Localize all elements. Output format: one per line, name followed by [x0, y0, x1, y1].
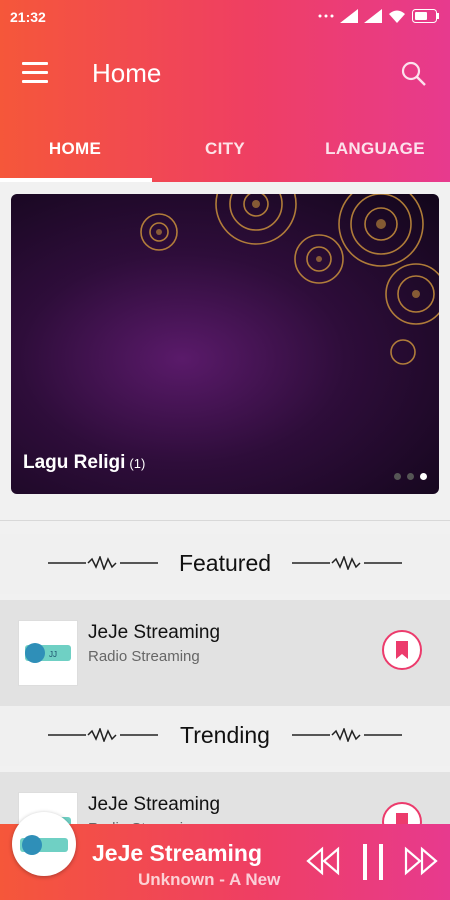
- tab-bar: HOME CITY LANGUAGE: [0, 116, 450, 182]
- bookmark-icon: [396, 641, 408, 659]
- status-time: 21:32: [10, 9, 46, 25]
- station-name: JeJe Streaming: [88, 794, 221, 815]
- app-bar: Home: [0, 34, 450, 116]
- carousel-dot-active[interactable]: [420, 473, 427, 480]
- pause-icon[interactable]: [360, 842, 386, 882]
- trending-header: Trending: [0, 706, 450, 766]
- wifi-icon: [389, 10, 405, 23]
- battery-icon: [412, 9, 439, 23]
- status-bar: 21:32: [0, 0, 450, 34]
- svg-text:JJ: JJ: [49, 650, 57, 659]
- station-subtitle: Radio Streaming: [88, 648, 200, 665]
- banner-count: (1): [129, 456, 146, 471]
- status-icons: [318, 9, 440, 23]
- mandala-decoration: [140, 194, 439, 365]
- fast-forward-icon[interactable]: [404, 846, 438, 876]
- dots-icon: [318, 14, 334, 18]
- carousel-dots: [394, 473, 427, 480]
- carousel-dot[interactable]: [394, 473, 401, 480]
- main-content[interactable]: Lagu Religi (1) Featured JJ JeJe Streamin…: [0, 182, 450, 878]
- featured-header: Featured: [0, 534, 450, 594]
- signal-icon: [340, 9, 358, 23]
- bookmark-button[interactable]: [382, 630, 422, 670]
- station-card[interactable]: JJ JeJe Streaming Radio Streaming: [0, 600, 450, 706]
- rewind-icon[interactable]: [306, 846, 340, 876]
- search-icon[interactable]: [400, 60, 428, 88]
- tab-language[interactable]: LANGUAGE: [300, 116, 450, 182]
- tab-home[interactable]: HOME: [0, 116, 150, 182]
- player-track-title: Unknown - A New: [138, 870, 281, 889]
- player-station-name: JeJe Streaming: [92, 840, 263, 866]
- carousel-dot[interactable]: [407, 473, 414, 480]
- banner-carousel[interactable]: Lagu Religi (1): [11, 194, 439, 494]
- signal-icon: [364, 9, 382, 23]
- player-artwork: [12, 812, 76, 876]
- tab-city[interactable]: CITY: [150, 116, 300, 182]
- station-name: JeJe Streaming: [88, 622, 221, 643]
- page-title: Home: [92, 58, 162, 88]
- divider: [0, 520, 450, 521]
- mini-player[interactable]: JeJe Streaming Unknown - A New: [0, 812, 450, 900]
- banner-title: Lagu Religi: [23, 452, 126, 473]
- wave-decoration: [292, 728, 402, 742]
- banner-caption: Lagu Religi (1): [23, 452, 145, 474]
- menu-icon[interactable]: [22, 62, 48, 84]
- station-logo: JJ: [18, 620, 78, 686]
- wave-decoration: [292, 556, 402, 570]
